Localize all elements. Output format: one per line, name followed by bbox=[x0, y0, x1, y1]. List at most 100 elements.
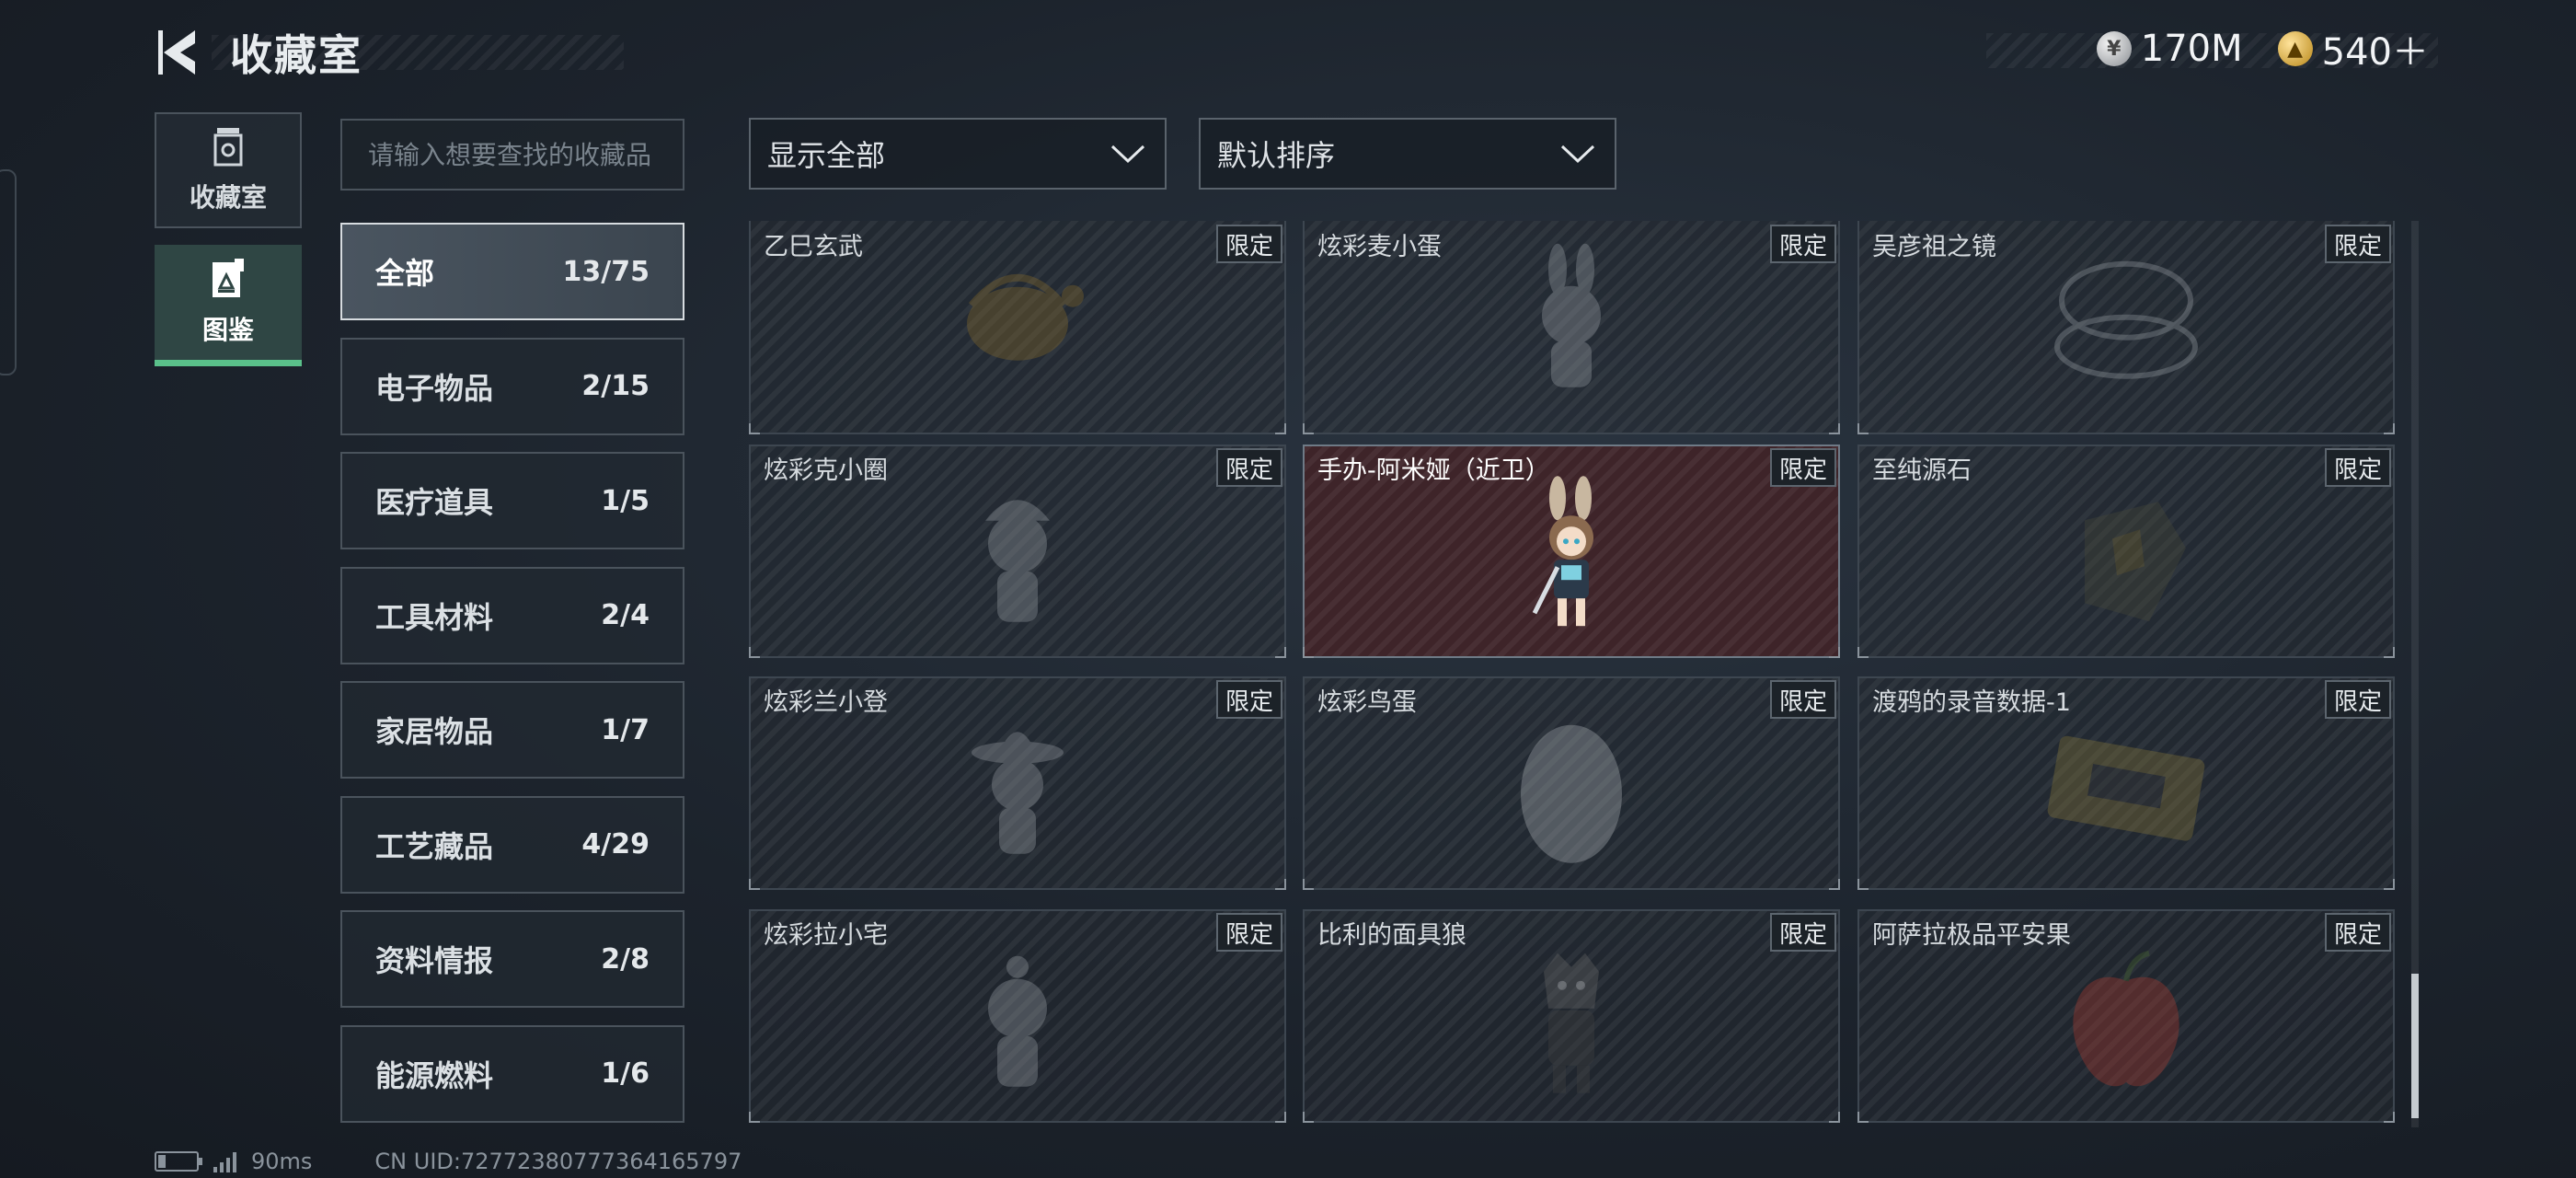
collectible-card[interactable]: 乙巳玄武 限定 bbox=[749, 221, 1286, 434]
tab-codex[interactable]: 图鉴 bbox=[155, 245, 302, 366]
category-item[interactable]: 工具材料 2/4 bbox=[340, 566, 684, 664]
corner-mark bbox=[2384, 647, 2395, 658]
category-count: 2/15 bbox=[581, 370, 650, 402]
tab-collection-room[interactable]: 收藏室 bbox=[155, 112, 302, 228]
display-filter-value: 显示全部 bbox=[767, 138, 886, 173]
bunny-figure-icon bbox=[1516, 242, 1627, 402]
page-title: 收藏室 bbox=[230, 30, 362, 80]
category-name: 工具材料 bbox=[375, 599, 494, 635]
silver-coin-icon: ¥ bbox=[2096, 31, 2132, 66]
corner-mark bbox=[749, 1112, 760, 1123]
item-name: 乙巳玄武 bbox=[764, 233, 863, 261]
item-name: 炫彩兰小登 bbox=[764, 688, 888, 717]
back-arrow-icon[interactable] bbox=[155, 25, 202, 80]
battery-icon bbox=[155, 1151, 202, 1172]
recorder-device-icon bbox=[2025, 720, 2227, 861]
category-name: 家居物品 bbox=[375, 714, 494, 749]
black-tortoise-icon bbox=[935, 250, 1100, 392]
item-name: 炫彩拉小宅 bbox=[764, 921, 888, 950]
limited-badge: 限定 bbox=[1769, 680, 1836, 719]
corner-mark bbox=[1829, 879, 1840, 890]
category-name: 资料情报 bbox=[375, 943, 494, 978]
sort-dropdown[interactable]: 默认排序 bbox=[1199, 118, 1616, 190]
corner-mark bbox=[1303, 879, 1314, 890]
limited-badge: 限定 bbox=[1769, 448, 1836, 487]
grid-scrollbar[interactable] bbox=[2411, 221, 2419, 1127]
edge-handle bbox=[0, 169, 17, 375]
category-item[interactable]: 资料情报 2/8 bbox=[340, 910, 684, 1008]
scrollbar-thumb[interactable] bbox=[2411, 973, 2419, 1119]
egg-icon bbox=[1512, 711, 1631, 872]
silver-currency[interactable]: ¥ 170M bbox=[2096, 28, 2243, 70]
collectible-card[interactable]: 炫彩克小圈 限定 bbox=[749, 445, 1286, 658]
collectible-card[interactable]: 炫彩麦小蛋 限定 bbox=[1303, 221, 1840, 434]
category-name: 能源燃料 bbox=[375, 1057, 494, 1093]
item-name: 阿萨拉极品平安果 bbox=[1872, 921, 2071, 950]
collectible-card[interactable]: 吴彦祖之镜 限定 bbox=[1857, 221, 2395, 434]
corner-mark bbox=[1275, 423, 1286, 434]
corner-mark bbox=[1857, 647, 1869, 658]
category-name: 医疗道具 bbox=[375, 485, 494, 520]
item-name: 炫彩克小圈 bbox=[764, 456, 888, 485]
status-footer: 90ms CN UID:7277238077736416579​7 bbox=[155, 1149, 742, 1174]
originium-icon bbox=[2057, 483, 2195, 634]
collectible-card[interactable]: 至纯源石 限定 bbox=[1857, 445, 2395, 658]
corner-mark bbox=[1857, 423, 1869, 434]
tab-label: 收藏室 bbox=[189, 182, 267, 213]
collectible-card[interactable]: 炫彩鸟蛋 限定 bbox=[1303, 676, 1840, 890]
chevron-down-icon bbox=[1560, 144, 1595, 164]
limited-badge: 限定 bbox=[2324, 680, 2391, 719]
limited-badge: 限定 bbox=[2324, 225, 2391, 263]
corner-mark bbox=[1275, 879, 1286, 890]
category-count: 13/75 bbox=[562, 255, 650, 288]
corner-mark bbox=[749, 647, 760, 658]
currency-bar: ¥ 170M ▲ 540＋ bbox=[1985, 26, 2438, 74]
category-item[interactable]: 家居物品 1/7 bbox=[340, 681, 684, 779]
chevron-down-icon bbox=[1110, 144, 1145, 164]
item-name: 比利的面具狼 bbox=[1317, 921, 1466, 950]
limited-badge: 限定 bbox=[1769, 225, 1836, 263]
corner-mark bbox=[2384, 1112, 2395, 1123]
collectible-card[interactable]: 炫彩拉小宅 限定 bbox=[749, 909, 1286, 1123]
masked-wolf-icon bbox=[1525, 944, 1617, 1104]
search-input[interactable] bbox=[366, 138, 683, 171]
search-box[interactable] bbox=[340, 119, 684, 191]
collectible-card[interactable]: 渡鸦的录音数据-1 限定 bbox=[1857, 676, 2395, 890]
corner-mark bbox=[1829, 423, 1840, 434]
corner-mark bbox=[749, 879, 760, 890]
category-name: 电子物品 bbox=[375, 370, 494, 406]
category-count: 1/7 bbox=[601, 713, 650, 746]
category-item[interactable]: 电子物品 2/15 bbox=[340, 337, 684, 435]
silver-amount: 170M bbox=[2140, 28, 2243, 70]
sort-value: 默认排序 bbox=[1217, 138, 1336, 173]
collection-room-icon bbox=[213, 128, 243, 167]
limited-badge: 限定 bbox=[1215, 225, 1282, 263]
collection-grid: 乙巳玄武 限定 炫彩麦小蛋 限定 吴彦祖之镜 限定 炫彩克小圈 限定 手办-阿米娅（近卫） 限定至… bbox=[749, 221, 2396, 1127]
collectible-card[interactable]: 阿萨拉极品平安果 限定 bbox=[1857, 909, 2395, 1123]
corner-mark bbox=[1829, 1112, 1840, 1123]
category-name: 工艺藏品 bbox=[375, 828, 494, 864]
category-item[interactable]: 工艺藏品 4/29 bbox=[340, 795, 684, 894]
item-name: 吴彦祖之镜 bbox=[1872, 233, 1996, 261]
item-name: 手办-阿米娅（近卫） bbox=[1317, 456, 1550, 485]
corner-mark bbox=[1857, 879, 1869, 890]
corner-mark bbox=[1857, 1112, 1869, 1123]
corner-mark bbox=[1303, 647, 1314, 658]
category-item[interactable]: 能源燃料 1/6 bbox=[340, 1024, 684, 1123]
signal-icon bbox=[213, 1150, 236, 1172]
category-item[interactable]: 全部 13/75 bbox=[340, 223, 684, 320]
collectible-card[interactable]: 比利的面具狼 限定 bbox=[1303, 909, 1840, 1123]
compact-mirror-icon bbox=[2039, 250, 2214, 392]
display-filter-dropdown[interactable]: 显示全部 bbox=[749, 118, 1167, 190]
corner-mark bbox=[1303, 1112, 1314, 1123]
gold-coin-icon: ▲ bbox=[2277, 31, 2313, 66]
item-name: 至纯源石 bbox=[1872, 456, 1972, 485]
corner-mark bbox=[1829, 647, 1840, 658]
gold-currency[interactable]: ▲ 540＋ bbox=[2277, 22, 2429, 75]
ping-text: 90ms bbox=[251, 1149, 313, 1174]
collectible-card[interactable]: 炫彩兰小登 限定 bbox=[749, 676, 1286, 890]
category-item[interactable]: 医疗道具 1/5 bbox=[340, 452, 684, 549]
collectible-card[interactable]: 手办-阿米娅（近卫） 限定 bbox=[1303, 445, 1840, 658]
category-count: 2/4 bbox=[601, 599, 650, 631]
codex-icon bbox=[213, 259, 244, 297]
